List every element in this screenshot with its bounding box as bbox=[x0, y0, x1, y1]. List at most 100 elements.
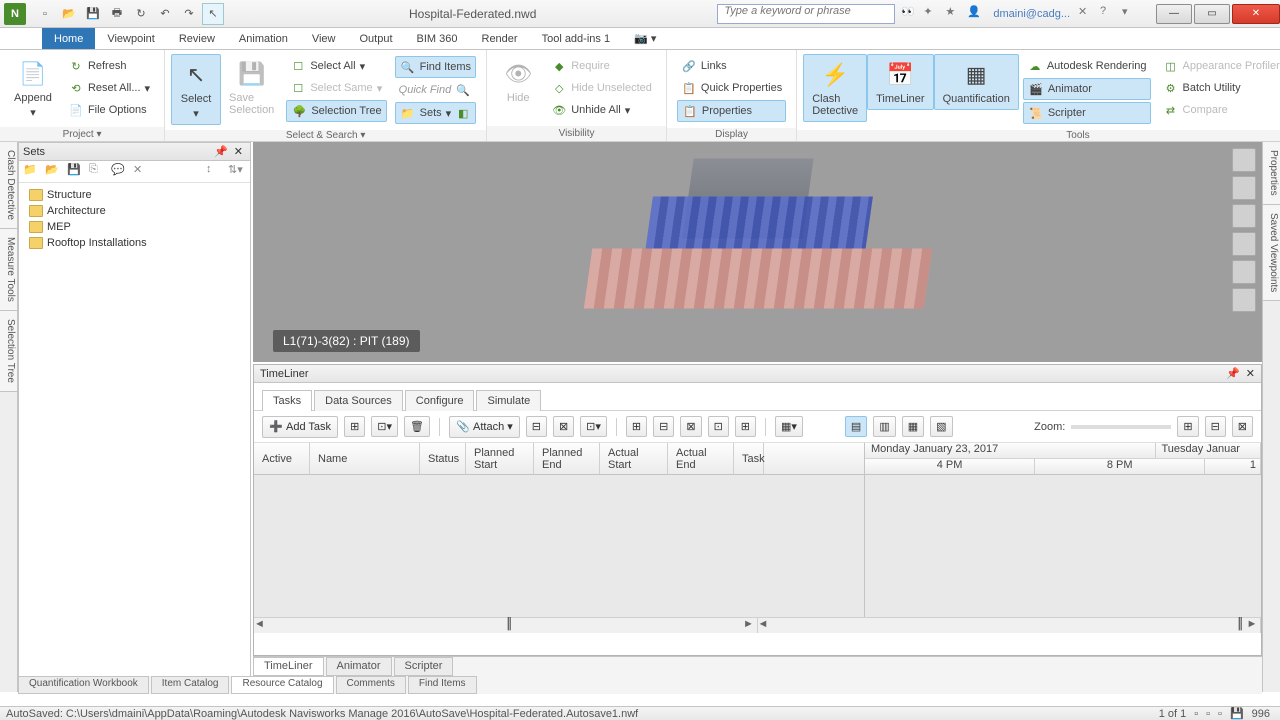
maximize-button[interactable]: ▭ bbox=[1194, 4, 1230, 24]
tb-icon[interactable]: ⊞ bbox=[735, 416, 756, 437]
sheet-icon[interactable]: ▫ bbox=[1214, 708, 1226, 720]
btab-animator[interactable]: Animator bbox=[326, 657, 392, 676]
columns-button[interactable]: ▦▾ bbox=[775, 416, 803, 437]
orbit-icon[interactable] bbox=[1232, 232, 1256, 256]
tl-tab-tasks[interactable]: Tasks bbox=[262, 390, 312, 411]
col-name[interactable]: Name bbox=[310, 443, 420, 474]
links-button[interactable]: 🔗Links bbox=[677, 56, 786, 76]
selection-tree-button[interactable]: 🌳Selection Tree bbox=[286, 100, 386, 122]
batch-utility-button[interactable]: ⚙Batch Utility bbox=[1159, 78, 1280, 98]
x-icon[interactable]: ✕ bbox=[1078, 5, 1096, 23]
tb-icon[interactable]: ⊠ bbox=[1232, 416, 1253, 437]
select-icon[interactable]: ↖ bbox=[202, 3, 224, 25]
tb-icon[interactable]: ⊞ bbox=[626, 416, 647, 437]
duplicate-icon[interactable]: ⎘ bbox=[89, 163, 107, 181]
close-icon[interactable]: ✕ bbox=[1240, 367, 1255, 380]
find-items-button[interactable]: 🔍Find Items bbox=[395, 56, 477, 78]
col-actual-end[interactable]: Actual End bbox=[668, 443, 734, 474]
quantification-button[interactable]: ▦Quantification bbox=[934, 54, 1019, 110]
clash-detective-button[interactable]: ⚡ClashDetective bbox=[803, 54, 867, 122]
tab-view[interactable]: View bbox=[300, 28, 348, 49]
help-icon[interactable]: ? bbox=[1100, 5, 1118, 23]
refresh-icon[interactable]: ↻ bbox=[130, 3, 152, 25]
properties-button[interactable]: 📋Properties bbox=[677, 100, 786, 122]
vtab-selection-tree[interactable]: Selection Tree bbox=[0, 311, 17, 392]
tl-tab-simulate[interactable]: Simulate bbox=[476, 390, 541, 411]
new-icon[interactable]: ▫ bbox=[34, 3, 56, 25]
undo-icon[interactable]: ↶ bbox=[154, 3, 176, 25]
tb-icon[interactable]: ▧ bbox=[930, 416, 952, 437]
tab-output[interactable]: Output bbox=[348, 28, 405, 49]
look-icon[interactable] bbox=[1232, 260, 1256, 284]
tab-bim360[interactable]: BIM 360 bbox=[405, 28, 470, 49]
scripter-button[interactable]: 📜Scripter bbox=[1023, 102, 1151, 124]
close-button[interactable]: ✕ bbox=[1232, 4, 1280, 24]
col-planned-end[interactable]: Planned End bbox=[534, 443, 600, 474]
help-search[interactable] bbox=[717, 4, 895, 24]
gantt-view-icon[interactable]: ▤ bbox=[845, 416, 867, 437]
tb-icon[interactable]: ⊞ bbox=[1177, 416, 1198, 437]
pin-icon[interactable]: 📌 bbox=[1226, 367, 1240, 380]
star-icon[interactable]: ★ bbox=[945, 5, 963, 23]
vtab-measure-tools[interactable]: Measure Tools bbox=[0, 229, 17, 311]
btab2-itemcat[interactable]: Item Catalog bbox=[151, 676, 230, 694]
col-status[interactable]: Status bbox=[420, 443, 466, 474]
zoom-slider[interactable] bbox=[1071, 425, 1171, 429]
set-item[interactable]: Rooftop Installations bbox=[21, 235, 248, 251]
sheet-icon[interactable]: ▫ bbox=[1190, 708, 1202, 720]
walk-icon[interactable] bbox=[1232, 288, 1256, 312]
zoom-icon[interactable] bbox=[1232, 204, 1256, 228]
import-export-icon[interactable]: ⇅▾ bbox=[228, 163, 246, 181]
viewcube-icon[interactable] bbox=[1232, 148, 1256, 172]
user-icon[interactable]: 👤 bbox=[967, 5, 985, 23]
vtab-properties[interactable]: Properties bbox=[1263, 142, 1280, 205]
tab-tooladdins[interactable]: Tool add-ins 1 bbox=[530, 28, 623, 49]
vtab-clash-detective[interactable]: Clash Detective bbox=[0, 142, 17, 229]
dropdown-icon[interactable]: ▾ bbox=[1122, 5, 1140, 23]
btab2-quant[interactable]: Quantification Workbook bbox=[18, 676, 149, 694]
pan-icon[interactable] bbox=[1232, 176, 1256, 200]
autodesk-rendering-button[interactable]: ☁Autodesk Rendering bbox=[1023, 56, 1151, 76]
sets-button[interactable]: 📁Sets▾◧ bbox=[395, 102, 477, 124]
refresh-button[interactable]: ↻Refresh bbox=[64, 56, 154, 76]
col-active[interactable]: Active bbox=[254, 443, 310, 474]
set-item[interactable]: MEP bbox=[21, 219, 248, 235]
quick-properties-button[interactable]: 📋Quick Properties bbox=[677, 78, 786, 98]
quick-find-input[interactable]: Quick Find🔍 bbox=[395, 80, 477, 100]
disk-icon[interactable]: 💾 bbox=[1226, 707, 1248, 720]
sort-icon[interactable]: ↕ bbox=[206, 163, 224, 181]
btab2-finditems[interactable]: Find Items bbox=[408, 676, 477, 694]
tab-camera-icon[interactable]: 📷 ▾ bbox=[622, 28, 668, 49]
tb-icon[interactable]: ⊡ bbox=[708, 416, 729, 437]
save-set-icon[interactable]: 💾 bbox=[67, 163, 85, 181]
redo-icon[interactable]: ↷ bbox=[178, 3, 200, 25]
sets-panel-icon[interactable]: ◧ bbox=[455, 105, 471, 121]
col-task[interactable]: Task bbox=[734, 443, 764, 474]
save-icon[interactable]: 💾 bbox=[82, 3, 104, 25]
tab-animation[interactable]: Animation bbox=[227, 28, 300, 49]
tb-icon[interactable]: ⊟ bbox=[653, 416, 674, 437]
tl-tab-datasources[interactable]: Data Sources bbox=[314, 390, 403, 411]
comment-icon[interactable]: 💬 bbox=[111, 163, 129, 181]
tb-icon[interactable]: ⊠ bbox=[680, 416, 701, 437]
print-icon[interactable]: 🖶 bbox=[106, 3, 128, 25]
tb-icon[interactable]: ▥ bbox=[873, 416, 895, 437]
reset-all-button[interactable]: ⟲Reset All...▾ bbox=[64, 78, 154, 98]
insert-task-button[interactable]: ⊞ bbox=[344, 416, 365, 437]
tab-home[interactable]: Home bbox=[42, 28, 95, 49]
file-options-button[interactable]: 📄File Options bbox=[64, 100, 154, 120]
tb-icon[interactable]: ⊟ bbox=[1205, 416, 1226, 437]
tb-icon[interactable]: ⊠ bbox=[553, 416, 574, 437]
open-icon[interactable]: 📂 bbox=[58, 3, 80, 25]
tab-viewpoint[interactable]: Viewpoint bbox=[95, 28, 167, 49]
timeliner-button[interactable]: 📅TimeLiner bbox=[867, 54, 934, 110]
timeliner-scrollbar[interactable]: ◄║► ◄║► bbox=[254, 617, 1261, 633]
set-item[interactable]: Architecture bbox=[21, 203, 248, 219]
minimize-button[interactable]: — bbox=[1156, 4, 1192, 24]
btab-timeliner[interactable]: TimeLiner bbox=[253, 657, 324, 676]
binoculars-icon[interactable]: 👀 bbox=[901, 5, 919, 23]
unhide-all-button[interactable]: 👁Unhide All▾ bbox=[547, 100, 656, 120]
user-name[interactable]: dmaini@cadg... bbox=[989, 8, 1074, 20]
select-all-button[interactable]: ☐Select All▾ bbox=[286, 56, 386, 76]
tl-tab-configure[interactable]: Configure bbox=[405, 390, 475, 411]
